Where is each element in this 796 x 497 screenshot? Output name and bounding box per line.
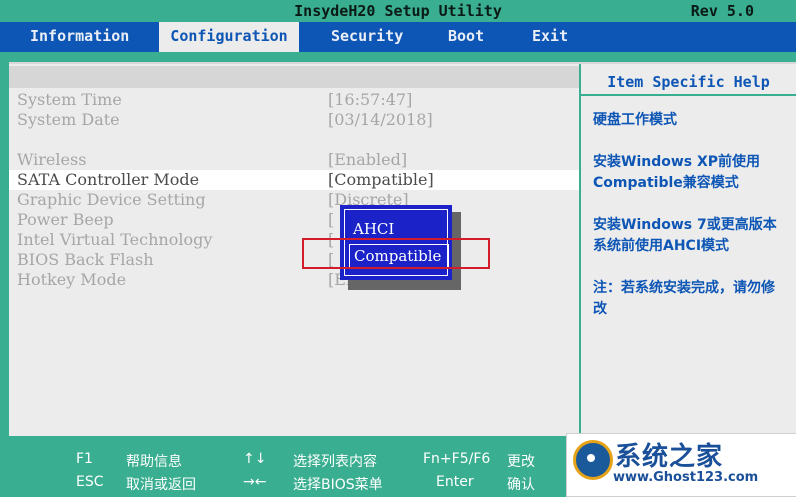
setting-row-system-date[interactable]: System Date [03/14/2018] — [9, 110, 579, 130]
key-leftright: →← — [243, 474, 267, 490]
setting-label: Intel Virtual Technology — [17, 230, 213, 249]
setting-value: [16:57:47] — [328, 90, 413, 109]
key-f1: F1 — [76, 451, 93, 467]
setting-row-bios-back-flash[interactable]: BIOS Back Flash [ — [9, 250, 579, 270]
setting-row-sata-controller-mode[interactable]: SATA Controller Mode [Compatible] — [9, 170, 579, 190]
key-desc: 选择列表内容 — [293, 454, 377, 470]
help-header: Item Specific Help — [581, 64, 796, 96]
setting-label: Wireless — [17, 150, 87, 169]
key-desc: 取消或返回 — [126, 477, 196, 493]
setting-value: [Compatible] — [328, 170, 434, 189]
setting-value: [Enabled] — [328, 150, 408, 169]
tab-boot[interactable]: Boot — [448, 22, 498, 52]
key-desc: 帮助信息 — [126, 454, 182, 470]
watermark-url: www.Ghost123.com — [613, 470, 759, 485]
setting-label: Power Beep — [17, 210, 114, 229]
setting-row-power-beep[interactable]: Power Beep [ — [9, 210, 579, 230]
watermark-name: 系统之家 — [615, 442, 724, 472]
revision-label: Rev 5.0 — [690, 2, 754, 20]
help-paragraph: 安装Windows 7或更高版本系统前使用AHCI模式 — [593, 217, 777, 254]
key-enter: Enter — [436, 474, 474, 490]
help-paragraph: 注：若系统安装完成，请勿修改 — [593, 280, 775, 317]
option-ahci[interactable]: AHCI — [349, 218, 447, 240]
key-desc: 选择BIOS菜单 — [293, 477, 383, 493]
setting-label: SATA Controller Mode — [17, 170, 200, 189]
key-fn-f5-f6: Fn+F5/F6 — [423, 451, 491, 467]
setting-row-hotkey-mode[interactable]: Hotkey Mode [Enabled] — [9, 270, 579, 290]
logo-icon — [573, 440, 613, 480]
tab-information[interactable]: Information — [20, 22, 152, 52]
setting-value: [ — [328, 210, 335, 229]
annotation-highlight — [302, 238, 490, 269]
app-title: InsydeH20 Setup Utility — [294, 2, 502, 20]
watermark-logo: 系统之家 www.Ghost123.com — [566, 433, 796, 497]
setting-row-system-time[interactable]: System Time [16:57:47] — [9, 90, 579, 110]
setting-value: [03/14/2018] — [328, 110, 433, 129]
key-updown: ↑↓ — [243, 451, 267, 467]
top-strip — [9, 66, 579, 88]
setting-label: Hotkey Mode — [17, 270, 127, 289]
help-paragraph: 安装Windows XP前使用Compatible兼容模式 — [593, 154, 761, 191]
setting-label: BIOS Back Flash — [17, 250, 154, 269]
tab-configuration[interactable]: Configuration — [159, 22, 299, 52]
setting-row-graphic-device-setting[interactable]: Graphic Device Setting [Discrete] — [9, 190, 579, 210]
tab-security[interactable]: Security — [331, 22, 411, 52]
settings-pane: System Time [16:57:47] System Date [03/1… — [9, 64, 579, 436]
setting-label: System Date — [17, 110, 120, 129]
title-bar: InsydeH20 Setup Utility Rev 5.0 — [0, 0, 796, 22]
key-desc: 更改 — [507, 454, 535, 470]
setting-row-wireless[interactable]: Wireless [Enabled] — [9, 150, 579, 170]
setting-row-intel-virtual-technology[interactable]: Intel Virtual Technology [ — [9, 230, 579, 250]
tab-exit[interactable]: Exit — [532, 22, 582, 52]
key-desc: 确认 — [507, 477, 535, 493]
setting-label: System Time — [17, 90, 122, 109]
pane-divider — [579, 64, 581, 436]
setting-label: Graphic Device Setting — [17, 190, 206, 209]
help-paragraph: 硬盘工作模式 — [593, 112, 677, 128]
menu-bar: Information Configuration Security Boot … — [0, 22, 796, 52]
key-esc: ESC — [76, 474, 104, 490]
